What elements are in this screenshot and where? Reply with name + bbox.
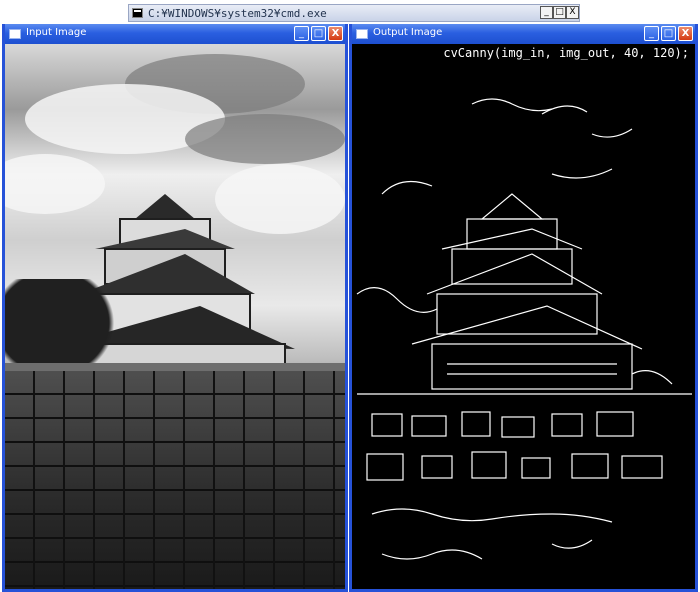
cmd-minimize-button[interactable]: _	[540, 6, 553, 19]
stone-wall	[5, 371, 345, 589]
canny-call-caption: cvCanny(img_in, img_out, 40, 120);	[443, 46, 689, 60]
output-minimize-button[interactable]: _	[644, 26, 659, 41]
canny-edge-image: cvCanny(img_in, img_out, 40, 120);	[352, 44, 695, 589]
output-close-button[interactable]: X	[678, 26, 693, 41]
output-image-window: Output Image _ □ X cvCanny(img_in, img_o…	[349, 24, 698, 592]
cmd-window-titlebar[interactable]: C:¥WINDOWS¥system32¥cmd.exe _ □ X	[128, 4, 580, 22]
input-close-button[interactable]: X	[328, 26, 343, 41]
cmd-icon	[132, 8, 143, 18]
output-window-titlebar[interactable]: Output Image _ □ X	[352, 24, 695, 44]
input-window-titlebar[interactable]: Input Image _ □ X	[5, 24, 345, 44]
window-icon	[9, 29, 21, 39]
output-image: cvCanny(img_in, img_out, 40, 120);	[352, 44, 695, 589]
cmd-window-title: C:¥WINDOWS¥system32¥cmd.exe	[148, 7, 327, 20]
output-maximize-button[interactable]: □	[661, 26, 676, 41]
castle-photo	[5, 44, 345, 589]
window-icon	[356, 29, 368, 39]
input-image-window: Input Image _ □ X	[2, 24, 348, 592]
input-window-title: Input Image	[26, 27, 87, 38]
cmd-maximize-button[interactable]: □	[553, 6, 566, 19]
edge-lines	[356, 98, 692, 560]
input-maximize-button[interactable]: □	[311, 26, 326, 41]
cmd-close-button[interactable]: X	[566, 6, 579, 19]
input-minimize-button[interactable]: _	[294, 26, 309, 41]
input-image	[5, 44, 345, 589]
output-window-title: Output Image	[373, 27, 443, 38]
